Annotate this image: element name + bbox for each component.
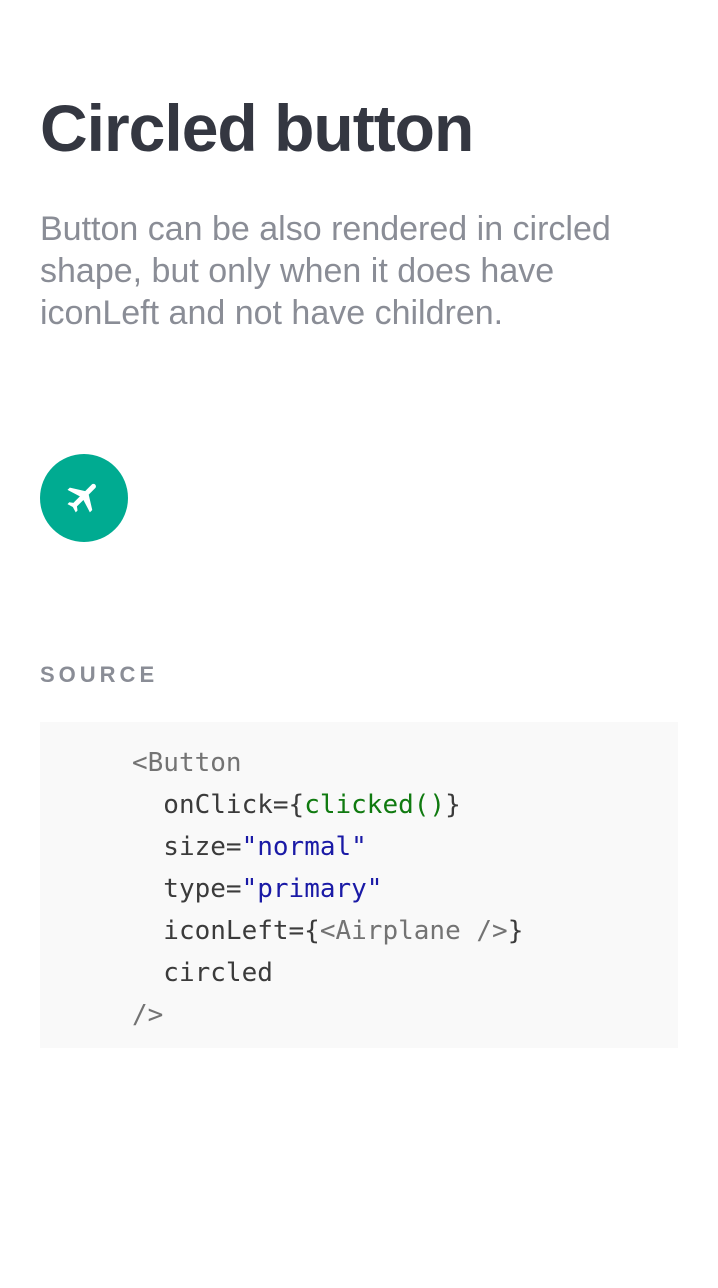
code-token: onClick={	[132, 790, 305, 820]
code: <Button onClick={clicked()} size="normal…	[132, 742, 523, 1036]
code-token: "normal"	[241, 832, 367, 862]
page-description: Button can be also rendered in circled s…	[40, 210, 611, 332]
source-label: SOURCE	[40, 662, 159, 687]
code-token: iconLeft={	[132, 916, 320, 946]
code-token: size=	[132, 832, 242, 862]
code-token: clicked()	[304, 790, 446, 820]
circled-airplane-button[interactable]	[40, 454, 128, 542]
code-token: type=	[132, 874, 242, 904]
code-token: }	[507, 916, 524, 946]
code-token: }	[445, 790, 461, 820]
code-token: />	[132, 1000, 164, 1030]
code-token: circled	[132, 958, 273, 988]
airplane-icon	[64, 477, 104, 520]
source-code-block: <Button onClick={clicked()} size="normal…	[40, 722, 678, 1048]
code-token: <Button	[132, 748, 242, 778]
page-title: Circled button	[40, 91, 474, 165]
code-token: <Airplane />	[319, 916, 508, 946]
code-token: "primary"	[241, 874, 383, 904]
